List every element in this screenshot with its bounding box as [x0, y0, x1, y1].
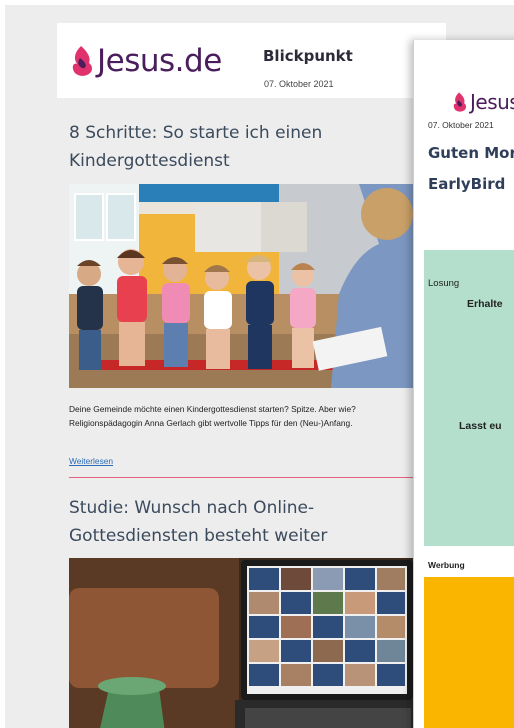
ad-label: Werbung	[428, 560, 465, 570]
logo-text: Jesus.de	[97, 43, 222, 79]
logo-text: Jesus.de	[470, 90, 514, 114]
jesus-de-logo[interactable]: Jesus.de	[67, 43, 222, 79]
newsletter-title-line2: EarlyBird	[428, 175, 506, 193]
newsletter-title: Blickpunkt	[263, 47, 353, 65]
ad-banner[interactable]	[424, 577, 514, 728]
newsletter-header: Jesus.de Blickpunkt 07. Oktober 2021	[57, 23, 446, 98]
article-image-kids[interactable]	[69, 184, 421, 388]
kids-photo-illustration	[69, 184, 421, 388]
article-divider	[69, 477, 421, 478]
flame-logo-icon	[453, 92, 467, 112]
article-title[interactable]: 8 Schritte: So starte ich einen Kindergo…	[69, 119, 429, 175]
laptop-photo-illustration	[69, 558, 421, 728]
newsletter-date: 07. Oktober 2021	[264, 79, 334, 89]
article-title[interactable]: Studie: Wunsch nach Online-Gottesdienste…	[69, 494, 429, 550]
newsletter-title-line1: Guten Morgen	[428, 144, 514, 162]
newsletter-window-front[interactable]: Jesus.de 07. Oktober 2021 Guten Morgen E…	[413, 40, 514, 728]
newsletter-title: Guten Morgen EarlyBird	[428, 138, 514, 200]
losung-text: Erhalte	[467, 298, 503, 310]
read-more-link[interactable]: Weiterlesen	[69, 456, 113, 466]
mail-client-canvas: Jesus.de Blickpunkt 07. Oktober 2021 8 S…	[5, 5, 514, 728]
flame-logo-icon	[72, 46, 93, 76]
article-image-online-service[interactable]	[69, 558, 421, 728]
lehrtext-text: Lasst eu	[459, 420, 502, 432]
article-teaser: Deine Gemeinde möchte einen Kindergottes…	[69, 404, 356, 428]
newsletter-date: 07. Oktober 2021	[428, 120, 494, 130]
losung-label: Losung	[428, 278, 460, 289]
losung-box	[424, 250, 514, 546]
jesus-de-logo[interactable]: Jesus.de	[450, 90, 514, 114]
